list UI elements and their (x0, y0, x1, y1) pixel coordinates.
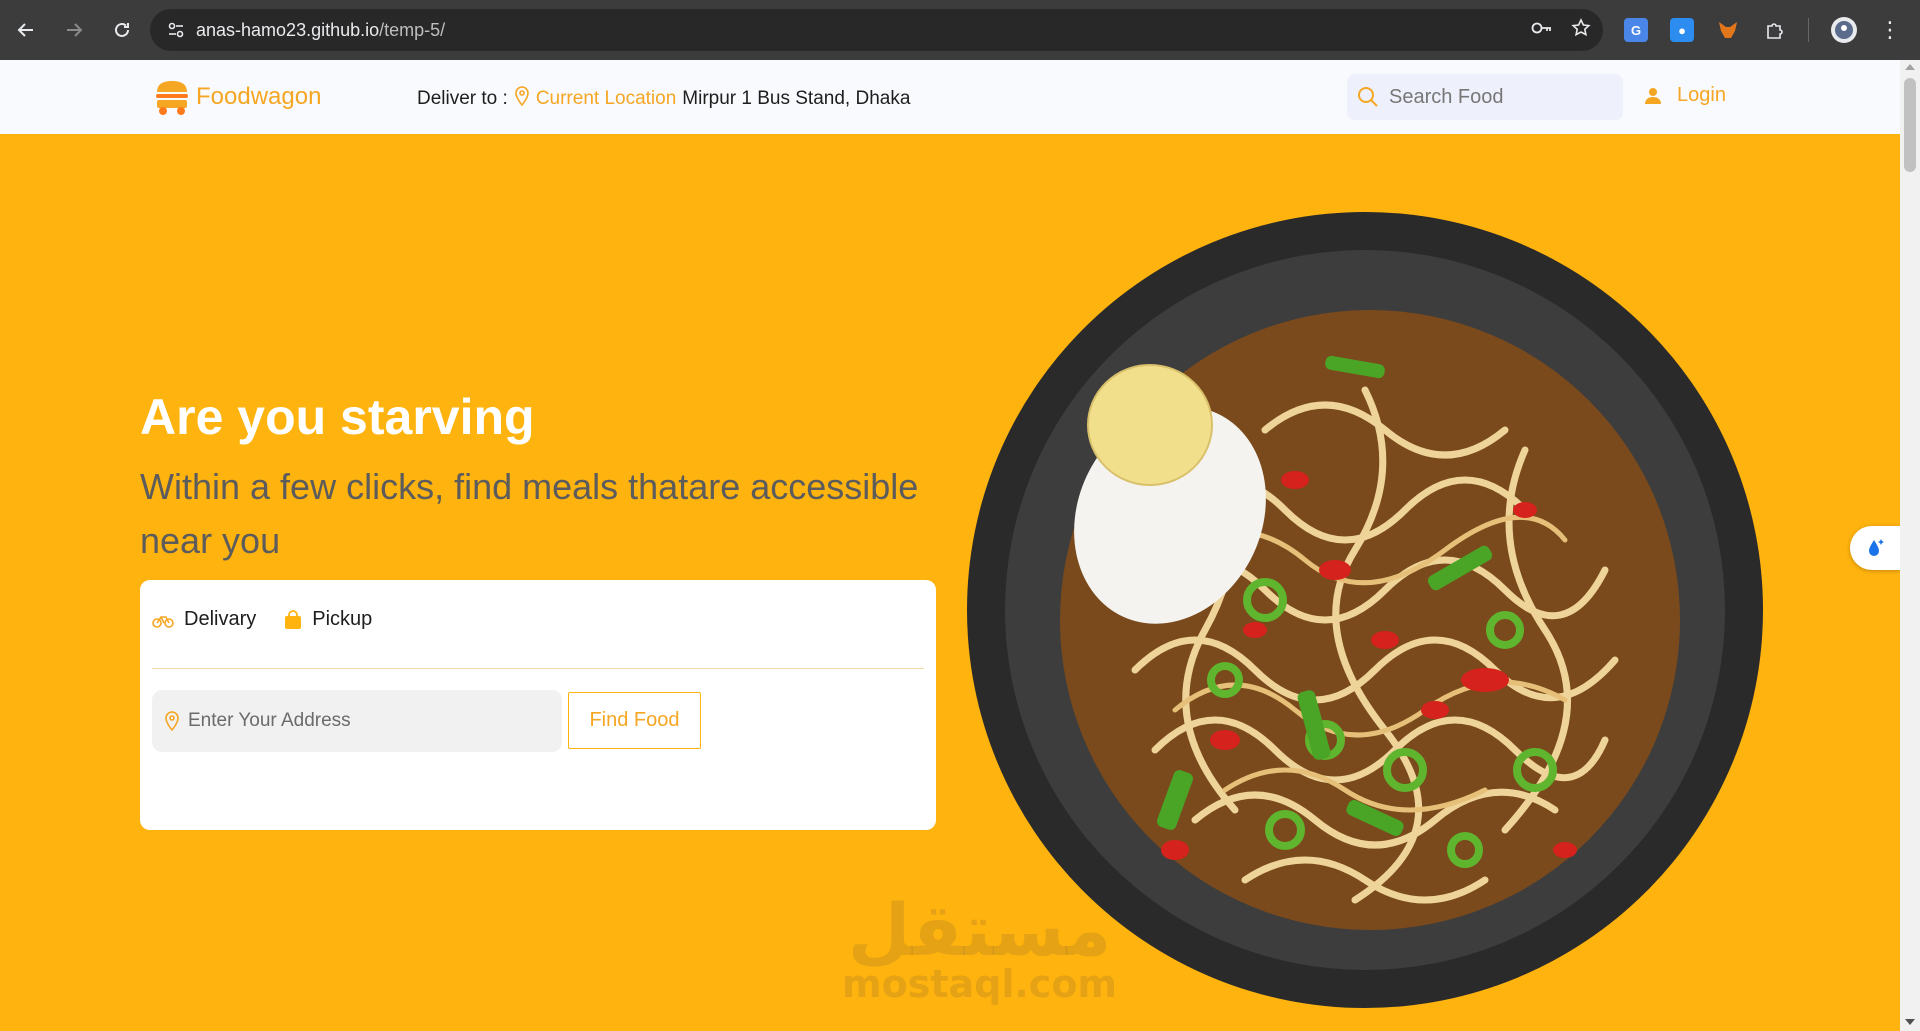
tab-delivery[interactable]: Delivary (152, 608, 256, 631)
address-input[interactable] (188, 710, 548, 732)
forward-button[interactable] (52, 8, 96, 52)
shopping-bag-icon (285, 609, 302, 629)
puzzle-extensions-icon[interactable] (1762, 18, 1786, 42)
scroll-up-arrow-icon[interactable] (1905, 64, 1915, 70)
bookmark-star-icon[interactable] (1571, 17, 1591, 43)
location-pin-icon (514, 86, 530, 112)
watermark-arabic: مستقل (847, 888, 1112, 972)
find-food-button[interactable]: Find Food (568, 692, 701, 749)
watermark-latin: mostaql.com (842, 962, 1118, 1006)
forward-arrow-icon (67, 23, 83, 37)
order-type-tabs: Delivary Pickup (152, 608, 372, 631)
tab-pickup-label: Pickup (312, 608, 373, 630)
deliver-label: Deliver to : (417, 88, 508, 109)
profile-avatar[interactable] (1831, 17, 1857, 43)
hero-section: Are you starving Within a few clicks, fi… (0, 134, 1900, 1031)
reload-icon (115, 22, 129, 37)
logo[interactable]: Foodwagon (154, 78, 321, 116)
password-key-icon[interactable] (1531, 21, 1553, 40)
find-food-card: Delivary Pickup Find Food (140, 580, 936, 830)
assistant-floating-button[interactable] (1850, 526, 1900, 570)
toolbar-separator (1808, 18, 1809, 42)
url-host: anas-hamo23.github.io (196, 19, 380, 40)
watermark: مستقل mostaql.com (842, 888, 1118, 1006)
translate-extension-icon[interactable]: G (1624, 18, 1648, 42)
tab-pickup[interactable]: Pickup (284, 608, 372, 631)
login-label: Login (1677, 84, 1726, 106)
delivery-location: Deliver to : Current Location Mirpur 1 B… (417, 86, 910, 112)
burger-truck-icon (156, 81, 188, 115)
page-scrollbar[interactable] (1900, 60, 1920, 1031)
address-bar[interactable]: anas-hamo23.github.io/temp-5/ (150, 9, 1603, 51)
sparkle-droplet-icon (1869, 539, 1884, 556)
bike-icon (152, 615, 174, 628)
back-button[interactable] (4, 8, 48, 52)
site-header: Foodwagon Deliver to : Current Location … (0, 60, 1900, 134)
url-path: /temp-5/ (379, 19, 446, 40)
hero-subtitle: Within a few clicks, find meals thatare … (140, 466, 919, 561)
url-text: anas-hamo23.github.io/temp-5/ (196, 20, 445, 41)
scroll-thumb[interactable] (1904, 78, 1916, 172)
scroll-down-arrow-icon[interactable] (1905, 1019, 1915, 1025)
card-divider (152, 668, 924, 669)
extensions-bar: G ● ⋮ (1624, 9, 1901, 51)
reload-button[interactable] (100, 8, 144, 52)
fox-extension-icon[interactable] (1716, 18, 1740, 42)
back-arrow-icon (17, 23, 33, 37)
login-button[interactable]: Login (1645, 84, 1726, 107)
site-settings-icon[interactable] (156, 9, 196, 51)
droplet-extension-icon[interactable]: ● (1670, 18, 1694, 42)
search-icon (1358, 87, 1378, 107)
location-pin-icon (165, 711, 179, 731)
tab-delivery-label: Delivary (184, 608, 257, 630)
search-input[interactable] (1389, 85, 1609, 109)
browser-menu-icon[interactable]: ⋮ (1879, 19, 1901, 41)
browser-toolbar: anas-hamo23.github.io/temp-5/ G ● ⋮ (0, 0, 1920, 60)
current-location-link[interactable]: Current Location (536, 88, 676, 110)
user-icon (1645, 87, 1661, 104)
address-field[interactable] (152, 690, 562, 752)
hero-title: Are you starving (140, 389, 535, 445)
search-box[interactable] (1347, 74, 1623, 120)
delivery-address: Mirpur 1 Bus Stand, Dhaka (682, 88, 911, 109)
logo-text: Foodwagon (196, 83, 322, 110)
